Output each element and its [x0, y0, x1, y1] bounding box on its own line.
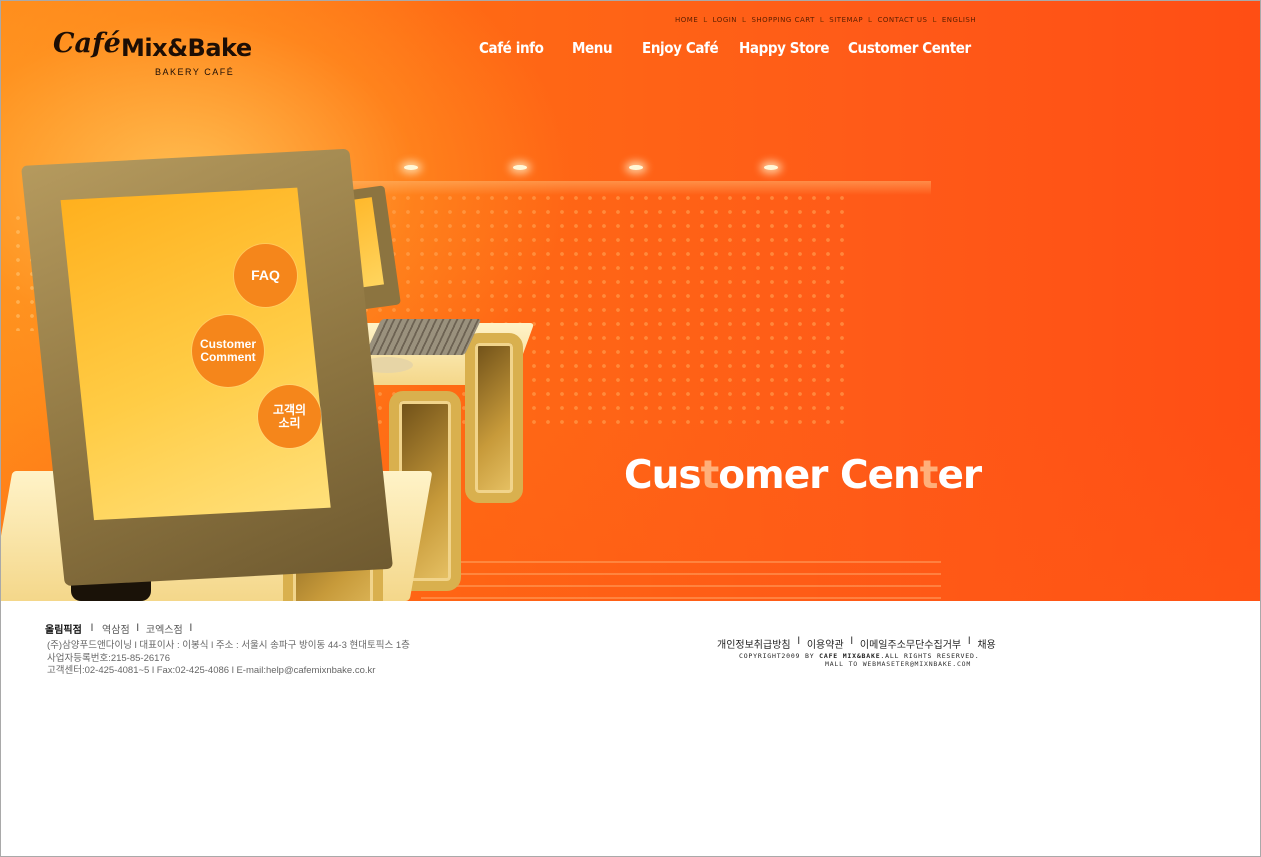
separator: l	[868, 16, 873, 24]
util-link-cart[interactable]: SHOPPING CART	[751, 16, 814, 24]
hero-title: Customer Center	[624, 453, 982, 498]
ceiling-lights	[251, 151, 951, 191]
faq-button[interactable]: FAQ	[234, 244, 297, 307]
ceiling-light	[764, 165, 778, 170]
store-link-yeoksam[interactable]: 역삼점	[102, 621, 130, 636]
logo[interactable]: Café Mix&Bake BAKERY CAFÉ	[53, 27, 293, 77]
company-info-line: 고객센터:02-425-4081~5 l Fax:02-425-4086 l E…	[47, 665, 376, 676]
nav-cafe-info[interactable]: Café info	[479, 39, 544, 57]
separator: l	[703, 16, 708, 24]
separator: l	[850, 636, 853, 647]
store-links: 올림픽점 l 역삼점 l 코엑스점 l	[45, 621, 199, 636]
separator: l	[819, 16, 825, 24]
logo-subtitle: BAKERY CAFÉ	[155, 67, 235, 77]
util-link-home[interactable]: HOME	[675, 16, 698, 24]
hero-title-part: omer Cen	[718, 453, 921, 498]
copyright-brand: CAFE MIX&BAKE	[819, 652, 881, 660]
customer-comment-button[interactable]: Customer Comment	[192, 315, 264, 387]
nav-enjoy-cafe[interactable]: Enjoy Café	[642, 39, 719, 57]
hero-title-accent: t	[700, 453, 720, 498]
customer-voice-button[interactable]: 고객의 소리	[258, 385, 321, 448]
page-frame: Café Mix&Bake BAKERY CAFÉ HOME l LOGIN l…	[0, 0, 1261, 857]
email-refusal-link[interactable]: 이메일주소무단수집거부	[860, 636, 961, 651]
footer: 올림픽점 l 역삼점 l 코엑스점 l (주)삼양푸드앤다이닝 l 대표이사 :…	[1, 601, 1260, 856]
ceiling-light	[629, 165, 643, 170]
hero-title-accent: t	[919, 453, 939, 498]
separator: l	[932, 16, 937, 24]
util-link-contact[interactable]: CONTACT US	[877, 16, 927, 24]
hero-title-part: er	[937, 453, 982, 498]
util-link-english[interactable]: ENGLISH	[942, 16, 976, 24]
ceiling-light	[404, 165, 418, 170]
utility-nav: HOME l LOGIN l SHOPPING CART l SITEMAP l…	[675, 16, 976, 24]
policy-links: 개인정보취급방침 l 이용약관 l 이메일주소무단수집거부 l 채용	[717, 636, 996, 651]
hero-title-part: Cus	[624, 453, 702, 498]
company-info: (주)삼양푸드앤다이닝 l 대표이사 : 이봉식 l 주소 : 서울시 송파구 …	[47, 640, 410, 678]
company-info-line: 사업자등록번호:215-85-26176	[47, 652, 170, 664]
separator: l	[90, 623, 94, 634]
separator: l	[189, 623, 192, 634]
separator: l	[136, 623, 139, 634]
recruit-link[interactable]: 채용	[977, 636, 995, 651]
floor-lines	[421, 561, 941, 601]
company-info-line: (주)삼양푸드앤다이닝 l 대표이사 : 이봉식 l 주소 : 서울시 송파구 …	[47, 640, 410, 651]
copyright-text: COPYRIGHT2009 BY	[739, 652, 820, 660]
copyright: COPYRIGHT2009 BY CAFE MIX&BAKE.ALL RIGHT…	[739, 652, 979, 660]
store-link-coex[interactable]: 코엑스점	[146, 621, 183, 636]
store-link-olympic[interactable]: 올림픽점	[45, 621, 82, 636]
util-link-sitemap[interactable]: SITEMAP	[829, 16, 863, 24]
nav-menu[interactable]: Menu	[572, 39, 613, 57]
ceiling-light	[513, 165, 527, 170]
nav-happy-store[interactable]: Happy Store	[739, 39, 829, 57]
util-link-login[interactable]: LOGIN	[713, 16, 737, 24]
separator: l	[797, 636, 800, 647]
desk-cube	[465, 333, 523, 503]
separator: l	[968, 636, 971, 647]
logo-cafe: Café	[53, 28, 121, 59]
webmaster-mail[interactable]: MALL TO WEBMASETER@MIXNBAKE.COM	[825, 660, 971, 668]
terms-link[interactable]: 이용약관	[807, 636, 844, 651]
nav-customer-center[interactable]: Customer Center	[848, 39, 971, 57]
separator: l	[742, 16, 747, 24]
copyright-text: .ALL RIGHTS RESERVED.	[880, 652, 980, 660]
keyboard	[364, 319, 482, 355]
privacy-policy-link[interactable]: 개인정보취급방침	[717, 636, 791, 651]
logo-brand: Mix&Bake	[121, 34, 252, 62]
hero-banner: Café Mix&Bake BAKERY CAFÉ HOME l LOGIN l…	[1, 1, 1260, 601]
